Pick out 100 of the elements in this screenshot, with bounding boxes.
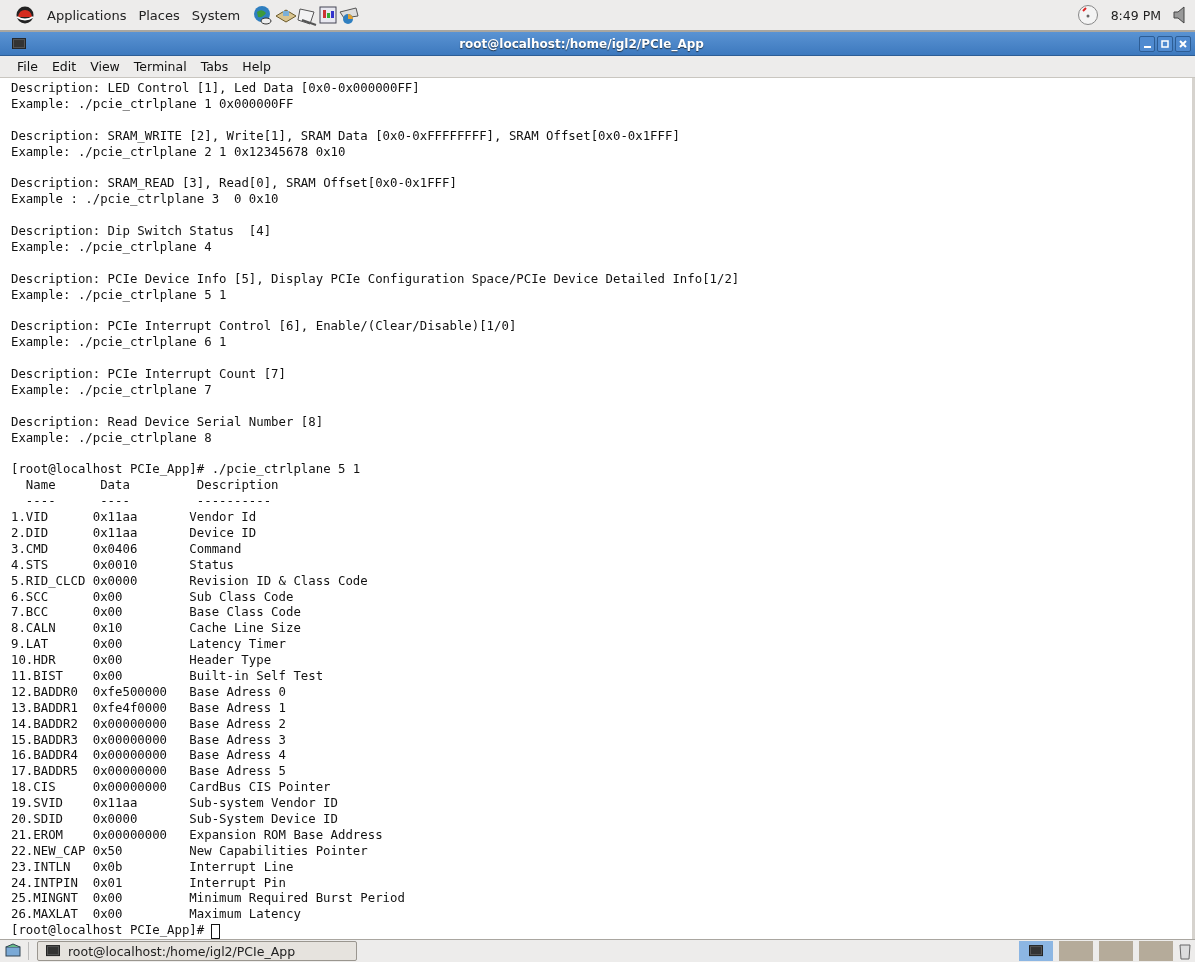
menu-item[interactable]: Tabs — [200, 59, 229, 74]
register-description: Base Adress 5 — [189, 764, 286, 781]
speaker-icon[interactable] — [1173, 6, 1185, 24]
register-description: Interrupt Pin — [189, 875, 286, 892]
register-description: New Capabilities Pointer — [189, 843, 368, 860]
panel-menu[interactable]: Applications — [47, 7, 127, 23]
register-description: Base Adress 3 — [189, 732, 286, 749]
register-name: 16.BADDR4 — [11, 748, 79, 765]
register-value: 0x00000000 — [92, 780, 169, 797]
terminal-icon — [12, 37, 26, 50]
register-name: 6.SCC — [11, 589, 50, 606]
register-name: 24.INTPIN — [11, 875, 79, 892]
register-value: 0x0000 — [92, 573, 139, 590]
register-value: 0x0000 — [92, 811, 139, 828]
table-header: Name Data Description — [24, 478, 279, 495]
register-name: 14.BADDR2 — [11, 716, 79, 733]
minimize-icon — [1143, 45, 1151, 48]
maximize-icon — [1161, 39, 1169, 48]
description-line: Description: PCIe Interrupt Count [7] — [11, 367, 286, 383]
description-line: Description: LED Control [1], Led Data [0x0-0x000000FF] — [11, 81, 420, 97]
register-value: 0x00000000 — [92, 732, 169, 749]
panel-menu[interactable]: Places — [138, 7, 180, 23]
register-value: 0x0406 — [92, 541, 139, 558]
trash-icon[interactable] — [1179, 942, 1191, 960]
taskbar-window[interactable]: root@localhost:/home/igl2/PCIe_App — [37, 941, 357, 961]
register-value: 0x00 — [92, 668, 124, 685]
register-value: 0xfe4f0000 — [92, 700, 169, 717]
register-description: Expansion ROM Base Address — [189, 827, 383, 844]
register-name: 18.CIS — [11, 780, 57, 797]
text-cursor — [211, 924, 220, 939]
register-description: Sub Class Code — [189, 589, 294, 606]
example-line: Example: ./pcie_ctrlplane 8 — [11, 430, 212, 447]
clock[interactable]: 8:49 PM — [1110, 7, 1161, 23]
register-value: 0x00 — [92, 589, 124, 606]
workspace-switcher[interactable] — [1139, 941, 1173, 961]
register-value: 0x11aa — [92, 510, 139, 526]
close-icon — [1179, 39, 1187, 48]
register-description: Built-in Self Test — [189, 668, 324, 685]
register-name: 9.LAT — [11, 637, 50, 654]
register-name: 10.HDR — [11, 653, 57, 669]
register-value: 0x00000000 — [92, 764, 169, 781]
launcher-icons-drawing[interactable] — [252, 4, 361, 26]
description-line: Description: Dip Switch Status [4] — [11, 224, 272, 240]
register-description: Status — [189, 557, 234, 574]
terminal-icon — [46, 945, 60, 957]
register-description: Maximum Latency — [189, 907, 301, 924]
register-name: 2.DID — [11, 525, 50, 542]
description-line: Description: PCIe Interrupt Control [6], Enable/(Clear/Disable)[1/0] — [11, 319, 517, 336]
register-name: 17.BADDR5 — [11, 764, 79, 781]
register-name: 20.SDID — [11, 811, 65, 828]
register-description: Vendor Id — [189, 510, 257, 526]
register-name: 11.BIST — [11, 668, 65, 685]
hat-logo-icon[interactable] — [15, 6, 35, 24]
register-value: 0xfe500000 — [92, 684, 169, 701]
register-description: CardBus CIS Pointer — [189, 780, 331, 797]
register-name: 15.BADDR3 — [11, 732, 79, 749]
register-name: 13.BADDR1 — [11, 700, 79, 717]
example-line: Example: ./pcie_ctrlplane 6 1 — [11, 335, 227, 352]
workspace-switcher[interactable] — [1059, 941, 1093, 961]
register-name: 26.MAXLAT — [11, 907, 79, 924]
maximize-button[interactable] — [1157, 35, 1173, 52]
register-value: 0x0b — [92, 859, 124, 876]
description-line: Description: SRAM_WRITE [2], Write[1], SRAM Data [0x0-0xFFFFFFFF], SRAM Offset[0x0-0x1FFF] — [11, 128, 680, 145]
workspace-switcher[interactable] — [1099, 941, 1133, 961]
menu-item[interactable]: File — [17, 59, 38, 74]
example-line: Example: ./pcie_ctrlplane 7 — [11, 382, 212, 399]
register-name: 5.RID_CLCD — [11, 573, 87, 590]
menu-item[interactable]: Help — [242, 59, 271, 74]
register-value: 0x01 — [92, 875, 124, 892]
register-name: 4.STS — [11, 557, 50, 574]
close-button[interactable] — [1175, 35, 1191, 52]
register-description: Header Type — [189, 653, 272, 669]
register-name: 22.NEW_CAP — [11, 843, 87, 860]
register-value: 0x0010 — [92, 557, 139, 574]
register-description: Latency Timer — [189, 637, 286, 654]
menu-item[interactable]: Edit — [51, 59, 77, 74]
register-value: 0x00000000 — [92, 827, 169, 844]
minimize-button[interactable] — [1139, 35, 1155, 52]
workspace-switcher[interactable] — [1019, 941, 1053, 961]
register-value: 0x10 — [92, 621, 124, 638]
register-description: Base Adress 0 — [189, 684, 286, 701]
register-value: 0x11aa — [92, 796, 139, 812]
register-description: Base Adress 2 — [189, 716, 286, 733]
register-description: Minimum Required Burst Period — [189, 891, 405, 908]
register-name: 23.INTLN — [11, 859, 72, 876]
register-value: 0x00000000 — [92, 748, 169, 765]
menu-item[interactable]: Terminal — [133, 59, 187, 74]
register-name: 7.BCC — [11, 605, 50, 622]
desktop-icon[interactable] — [4, 943, 22, 959]
example-line: Example : ./pcie_ctrlplane 3 0 0x10 — [11, 192, 279, 209]
register-name: 8.CALN — [11, 621, 57, 638]
panel-menu[interactable]: System — [191, 7, 241, 23]
terminal-icon — [1029, 945, 1043, 957]
register-description: Base Adress 1 — [189, 700, 286, 717]
register-name: 19.SVID — [11, 796, 65, 812]
register-name: 3.CMD — [11, 541, 50, 558]
register-value: 0x00 — [92, 605, 124, 622]
disc-icon[interactable] — [1076, 4, 1099, 26]
header-rule: ---- ---- ---------- — [24, 494, 272, 511]
menu-item[interactable]: View — [90, 59, 120, 74]
